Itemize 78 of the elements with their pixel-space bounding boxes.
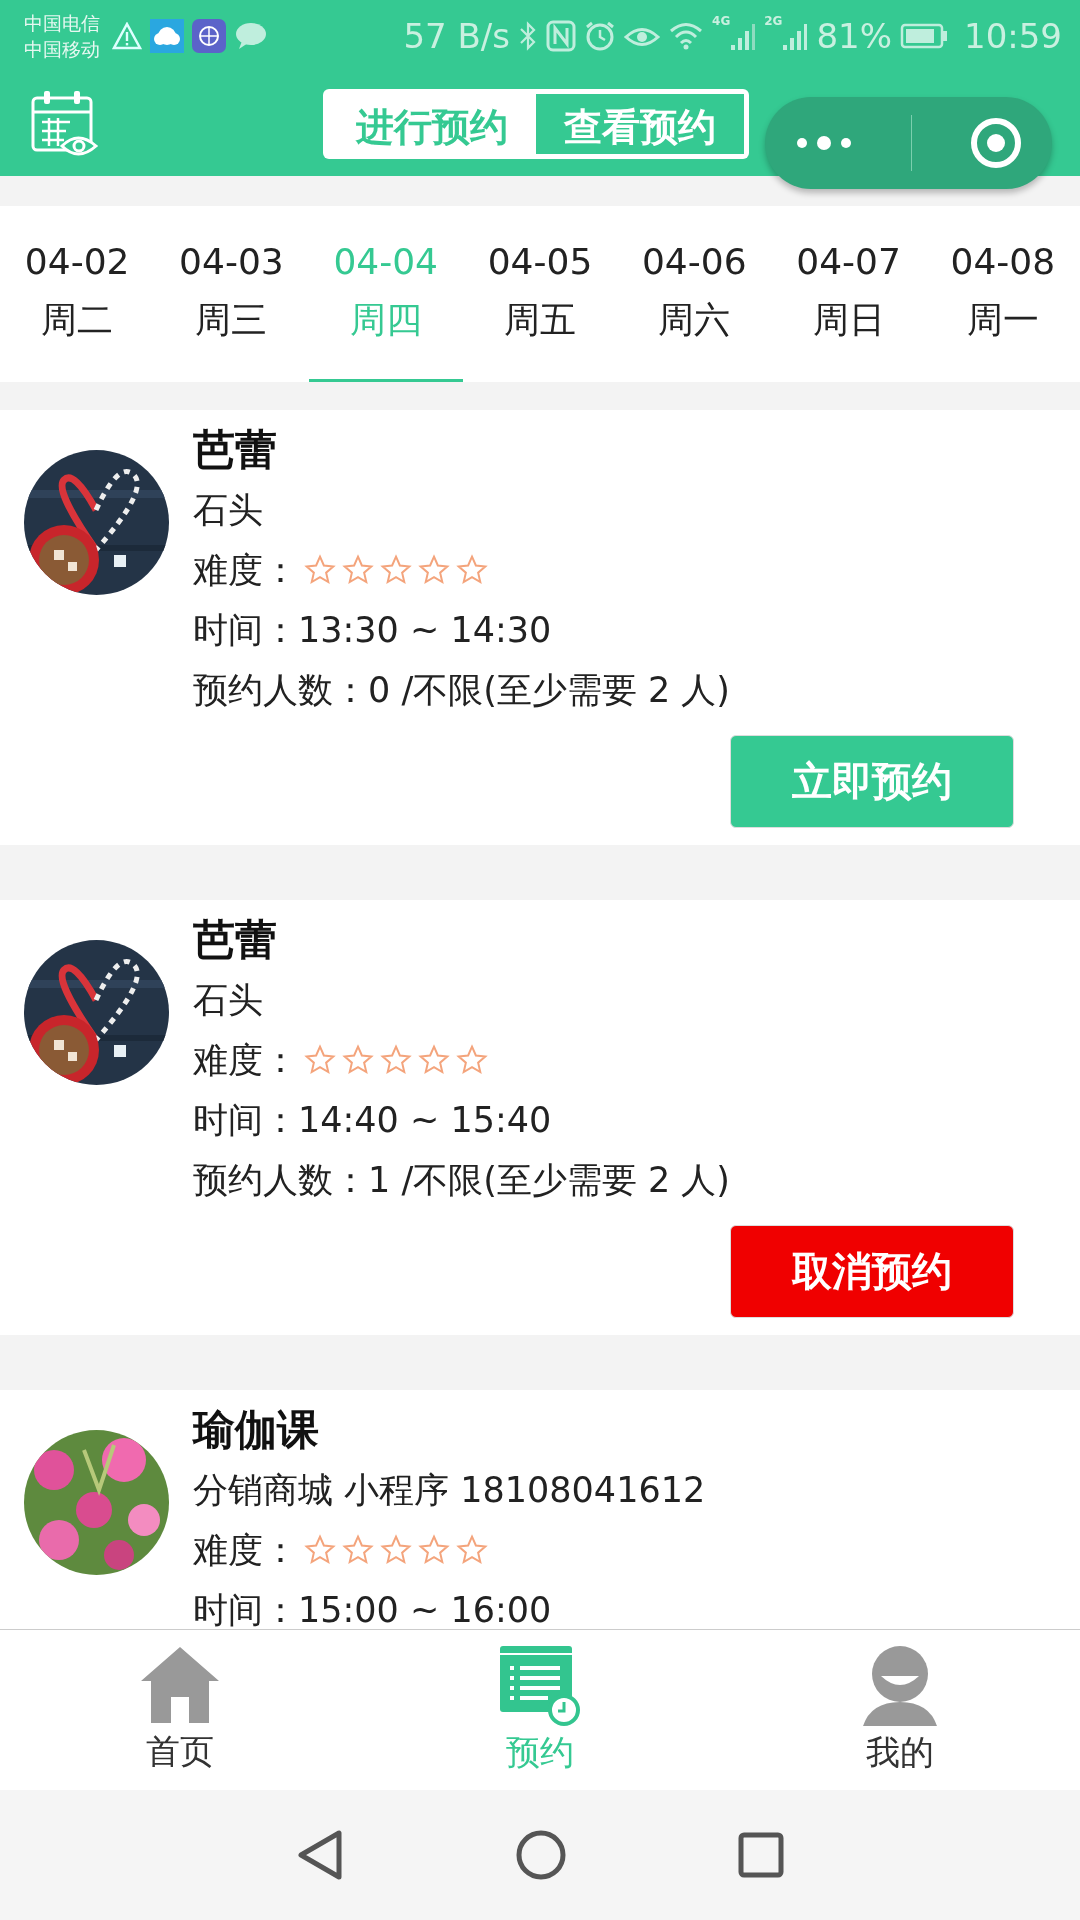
star-icon [304,554,336,586]
cancel-button[interactable]: 取消预约 [730,1225,1014,1318]
carrier-name: 中国电信 [24,11,100,36]
globe-app-icon [192,19,226,53]
carrier-name: 中国移动 [24,37,100,62]
time-range: 时间：13:30 ~ 14:30 [193,609,553,652]
cloud-app-icon [150,19,184,53]
date-tab[interactable]: 04-08 周一 [925,206,1080,382]
weekday-label: 周四 [349,297,422,342]
chat-bubble-icon [234,21,268,51]
warning-icon [112,22,142,50]
user-icon [861,1644,939,1726]
date-label: 04-02 [24,240,130,282]
star-icon [380,1044,412,1076]
date-tab[interactable]: 04-06 周六 [617,206,772,382]
tab-label: 首页 [146,1730,214,1773]
weekday-label: 周日 [812,297,885,342]
star-icon [418,554,450,586]
class-title: 瑜伽课 [193,1404,320,1456]
class-title: 芭蕾 [193,914,278,966]
booking-count: 预约人数：0 /不限(至少需要 2 人) [193,669,731,712]
date-tab[interactable]: 04-02 周二 [0,206,155,382]
weekday-label: 周一 [966,297,1039,342]
clock-time: 10:59 [964,16,1062,56]
star-icon [380,554,412,586]
network-speed: 57 B/s [403,16,511,56]
star-icon [380,1534,412,1566]
star-icon [304,1044,336,1076]
back-icon[interactable] [295,1829,345,1881]
difficulty-label: 难度： [193,1039,298,1082]
weekday-label: 周三 [195,297,268,342]
tab-bar-item[interactable]: 首页 [0,1630,360,1790]
weekday-label: 周二 [41,297,114,342]
schedule-list-icon [498,1644,582,1726]
signal-icon [730,21,757,51]
star-icon [456,1044,488,1076]
network-type: 2G [764,14,783,28]
date-label: 04-05 [487,240,593,282]
weekday-label: 周五 [504,297,576,342]
class-title: 芭蕾 [193,424,278,476]
date-tab[interactable]: 04-03 周三 [154,206,309,382]
teacher-name: 石头 [193,489,264,532]
time-range: 时间：15:00 ~ 16:00 [193,1589,553,1629]
network-type: 4G [712,14,731,28]
booking-count: 预约人数：1 /不限(至少需要 2 人) [193,1159,731,1202]
recents-icon[interactable] [737,1831,785,1879]
signal-icon [782,21,809,51]
battery-percent: 81% [816,16,892,56]
date-label: 04-08 [950,240,1056,282]
star-icon [342,1044,374,1076]
weekday-label: 周六 [658,297,731,342]
difficulty-label: 难度： [193,549,298,592]
close-target-icon[interactable] [969,116,1024,170]
date-tab[interactable]: 04-07 周日 [771,206,926,382]
nfc-icon [546,20,577,52]
date-label: 04-07 [796,240,901,282]
star-icon [456,1534,488,1566]
star-icon [456,554,488,586]
star-icon [342,554,374,586]
time-range: 时间：14:40 ~ 15:40 [193,1099,553,1142]
star-icon [418,1534,450,1566]
date-tab[interactable]: 04-05 周五 [462,206,618,382]
date-label: 04-03 [179,240,284,282]
star-icon [342,1534,374,1566]
home-circle-icon[interactable] [515,1829,567,1881]
battery-icon [900,23,948,49]
teacher-name: 石头 [193,979,264,1022]
difficulty-label: 难度： [193,1529,298,1572]
tab-bar-item[interactable]: 我的 [720,1630,1080,1790]
tab-label: 预约 [506,1731,574,1774]
alarm-icon [584,20,617,52]
teacher-name: 分销商城 小程序 18108041612 [193,1469,707,1512]
star-icon [418,1044,450,1076]
home-icon [139,1645,221,1725]
date-label: 04-06 [641,240,747,282]
tab-label: 我的 [866,1731,934,1774]
star-icon [304,1534,336,1566]
date-label: 04-04 [333,240,438,282]
